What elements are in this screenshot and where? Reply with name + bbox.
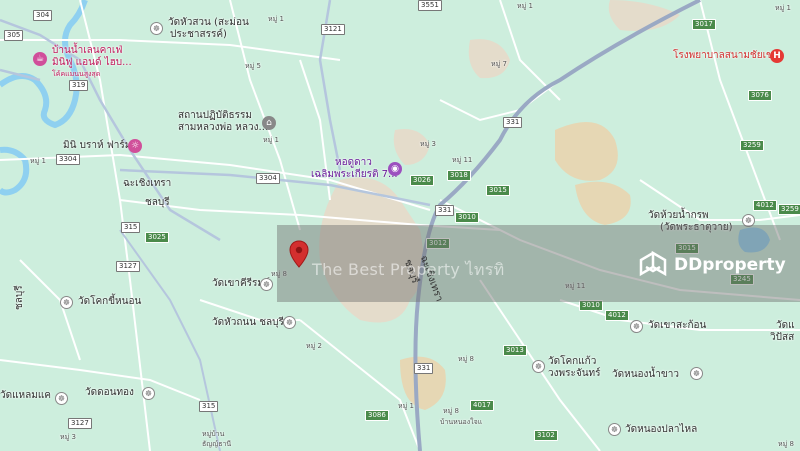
road-shield: 3121 [321,24,345,35]
village-label: หมู่ 8 [443,407,459,415]
road-shield: 3086 [365,410,389,421]
label-baan-nam: บ้านน้ำเลนคาเฟ่ [52,45,123,56]
watermark-text: The Best Property ไทรทิ [312,260,505,279]
label-wat-nong-nam-khao: วัดหนองน้ำขาว [612,369,679,380]
road-shield: 3259 [740,140,764,151]
label-baan-nam-2: มินิฟู แอนด์ ไฮบ... [52,57,132,68]
meditation-center-icon[interactable]: ⌂ [262,116,276,130]
road-shield: 4012 [605,310,629,321]
label-wat-nong-pla-lai: วัดหนองปลาไหล [625,424,698,435]
location-pin-icon[interactable] [289,240,309,268]
road-shield: 315 [121,222,141,233]
road-shield: 3017 [692,19,716,30]
sand-area [575,181,631,225]
label-wat-kok-kee: วัดโคกขี้หนอน [78,296,142,307]
brand-logo: DDproperty [638,250,786,280]
temple-icon[interactable]: ☸ [283,316,296,329]
road-shield: 3013 [503,345,527,356]
label-wat-don-thong: วัดดอนทอง [85,387,134,398]
label-sathan: สถานปฏิบัติธรรม [178,110,252,121]
temple-icon[interactable]: ☸ [532,360,545,373]
label-sathan-2: สามหลวงพ่อ หลวง... [178,122,269,133]
label-chonburi-left: ชลบุรี [14,285,25,310]
village-label: หมู่ 7 [491,60,507,68]
map-view[interactable]: วัดหัวสวน (สะม่อน ประชาสรรค์) ☸ ☕ บ้านน้… [0,0,800,451]
hospital-icon[interactable]: H [770,49,784,63]
cafe-icon[interactable]: ☕ [33,52,47,66]
label-ho-doo-dao-2: เฉลิมพระเกียรติ 7... [311,169,398,180]
label-wat-khok-kaew-2: วงพระจันทร์ [548,368,601,379]
road-shield: 3025 [145,232,169,243]
label-wat-khao-sakaw: วัดเขาสะก้อน [648,320,707,331]
road-shield: 3127 [68,418,92,429]
temple-icon[interactable]: ☸ [150,22,163,35]
temple-icon[interactable]: ☸ [630,320,643,333]
road-shield: 3026 [410,175,434,186]
farm-icon[interactable]: ☼ [128,139,142,153]
road-shield: 4012 [753,200,777,211]
observatory-icon[interactable]: ◉ [388,162,402,176]
road-shield: 319 [69,80,89,91]
road-shield: 3304 [256,173,280,184]
label-ho-doo-dao: หอดูดาว [335,157,372,168]
village-label: หมู่ 1 [775,4,791,12]
road-shield: 3102 [534,430,558,441]
label-chonburi: ชลบุรี [145,197,170,208]
brand-name: DDproperty [674,255,786,275]
temple-icon[interactable]: ☸ [260,278,273,291]
road-shield: 3304 [56,154,80,165]
label-moo-bottom-left: หมู่บ้าน [202,430,225,438]
temple-icon[interactable]: ☸ [608,423,621,436]
label-hospital: โรงพยาบาลสนามชัยเขต [673,50,780,61]
label-wat-right-2: วิปัสส [770,332,795,343]
label-cha-choeng: ฉะเชิงเทรา [123,178,172,189]
village-label: หมู่ 11 [452,156,473,164]
road-shield: 331 [414,363,434,374]
village-label: หมู่ 1 [517,2,533,10]
road-shield: 331 [503,117,523,128]
village-label: หมู่ 3 [420,140,436,148]
village-label: หมู่ 3 [60,433,76,441]
road-shield: 4017 [470,400,494,411]
label-wat-huay: วัดห้วยน้ำกรพ [648,210,709,221]
road-shield: 304 [33,10,53,21]
road-shield: 305 [4,30,24,41]
urban-area [468,39,510,79]
village-label: หมู่ 2 [306,342,322,350]
label-wat-hua-suan-2: ประชาสรรค์) [170,29,227,40]
label-wat-hua-thanon: วัดหัวถนน ชลบุรี [212,317,284,328]
road-shield: 3010 [455,212,479,223]
label-moo-bottom-left-2: ธัญญ์ธานี [202,440,232,448]
temple-icon[interactable]: ☸ [690,367,703,380]
village-label: หมู่ 1 [263,136,279,144]
village-label: หมู่ 1 [30,157,46,165]
temple-icon[interactable]: ☸ [60,296,73,309]
road-shield: 315 [199,401,219,412]
temple-icon[interactable]: ☸ [55,392,68,405]
sand-area [555,122,618,181]
road-shield: 3551 [418,0,442,11]
road-shield: 3259 [778,204,800,215]
village-label: หมู่ 8 [458,355,474,363]
ddproperty-icon [639,250,667,277]
road-shield: 3076 [748,90,772,101]
village-label: หมู่ 1 [398,402,414,410]
road-shield: 3015 [486,185,510,196]
label-baan-nam-3: โค้คแมนนสูงสุด [52,70,101,78]
temple-icon[interactable]: ☸ [142,387,155,400]
road-shield: 3018 [447,170,471,181]
label-wat-khok-kaew: วัดโคกแก้ว [548,356,597,367]
road-shield: 331 [435,205,455,216]
road-shield: 3127 [116,261,140,272]
label-wat-lam-khae: วัดแหลมแค [0,390,52,401]
village-label: หมู่ 5 [245,62,261,70]
label-wat-right: วัดแ [776,320,795,331]
label-mini-farm: มินิ บราห์ ฟาร์ม [63,140,132,151]
river [0,146,30,196]
village-label: หมู่ 8 [778,440,794,448]
label-baan-nong: บ้านหนองใจแ [440,418,483,426]
village-label: หมู่ 1 [268,15,284,23]
label-wat-hua-suan: วัดหัวสวน (สะม่อน [168,17,249,28]
